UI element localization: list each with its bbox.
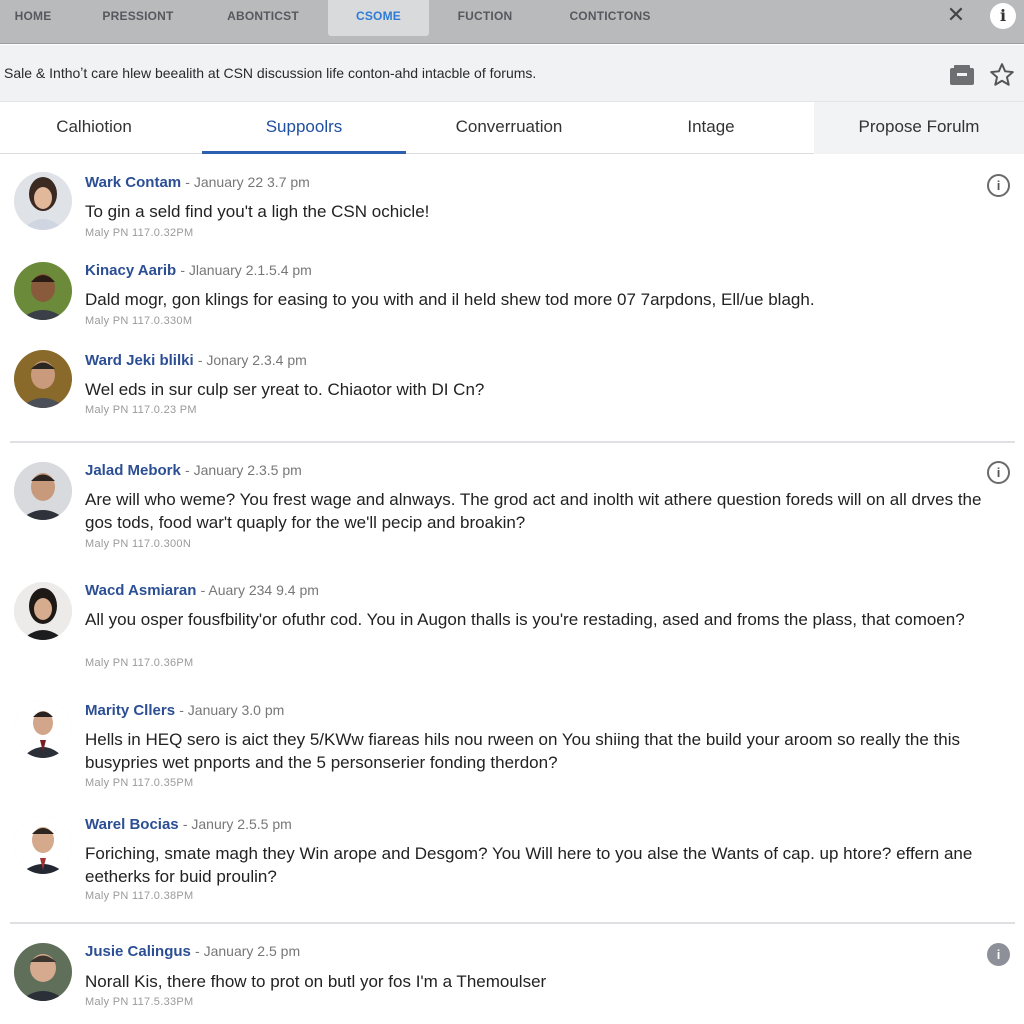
top-navigation-bar: HOME PRESSIONT ABONTICST CSOME FUCTION C…	[0, 0, 1024, 44]
post-date: January 2.5 pm	[203, 943, 301, 959]
tab-converruation[interactable]: Converruation	[408, 102, 610, 154]
post-author[interactable]: Marity Cllers	[85, 702, 175, 719]
inbox-icon[interactable]	[949, 64, 975, 91]
close-icon[interactable]: ✕	[944, 4, 968, 28]
post-date: January 3.0 pm	[187, 702, 285, 718]
post-body: Hells in HEQ sero is aict they 5/KWw fia…	[85, 730, 960, 772]
avatar[interactable]	[14, 262, 72, 320]
tab-calhiotion[interactable]: Calhiotion	[0, 102, 188, 154]
avatar[interactable]	[14, 816, 72, 874]
nav-link-fuction[interactable]: FUCTION	[440, 0, 530, 36]
post-meta: Jusie Calingus - January 2.5 pm	[85, 943, 301, 960]
info-icon[interactable]: i	[987, 461, 1010, 484]
post-item: Warel Bocias - Janury 2.5.5 pm Foriching…	[0, 810, 1024, 920]
post-body: Are will who weme? You frest wage and al…	[85, 490, 982, 532]
post-subinfo: Maly PN 117.5.33PM	[85, 996, 194, 1008]
info-icon[interactable]: i	[990, 3, 1016, 29]
post-author[interactable]: Wacd Asmiaran	[85, 582, 196, 599]
post-item: Jalad Mebork - January 2.3.5 pm Are will…	[0, 450, 1024, 565]
announcement-banner: Sale & Inthoʼt care hlew beealith at CSN…	[0, 45, 1024, 102]
post-meta: Warel Bocias - Janury 2.5.5 pm	[85, 816, 292, 833]
avatar[interactable]	[14, 700, 72, 758]
forum-tabs: Calhiotion Suppoolrs Converruation Intag…	[0, 102, 1024, 154]
post-author[interactable]: Wark Contam	[85, 174, 181, 191]
post-author[interactable]: Jusie Calingus	[85, 943, 191, 960]
nav-link-pressiont[interactable]: PRESSIONT	[82, 0, 194, 36]
post-date: January 2.3.5 pm	[193, 462, 302, 478]
avatar[interactable]	[14, 350, 72, 408]
tab-suppoolrs[interactable]: Suppoolrs	[202, 102, 406, 154]
avatar[interactable]	[14, 582, 72, 640]
tab-intage[interactable]: Intage	[610, 102, 812, 154]
post-item: Wacd Asmiaran - Auary 234 9.4 pm All you…	[0, 570, 1024, 685]
post-subinfo: Maly PN 117.0.32PM	[85, 227, 194, 239]
post-subinfo: Maly PN 117.0.330M	[85, 315, 193, 327]
post-body: All you osper fousfbility'or ofuthr cod.…	[85, 610, 965, 629]
post-meta: Ward Jeki blilki - Jonary 2.3.4 pm	[85, 352, 307, 369]
post-item: Wark Contam - January 22 3.7 pm To gin a…	[0, 160, 1024, 250]
post-meta: Jalad Mebork - January 2.3.5 pm	[85, 462, 302, 479]
post-date: Janury 2.5.5 pm	[191, 816, 292, 832]
post-date: Jonary 2.3.4 pm	[206, 352, 307, 368]
post-item: Marity Cllers - January 3.0 pm Hells in …	[0, 690, 1024, 805]
post-subinfo: Maly PN 117.0.38PM	[85, 890, 194, 902]
post-body: Wel eds in sur culp ser yreat to. Chiaot…	[85, 380, 485, 399]
post-date: January 22 3.7 pm	[193, 174, 310, 190]
avatar[interactable]	[14, 172, 72, 230]
post-meta: Marity Cllers - January 3.0 pm	[85, 702, 285, 719]
nav-link-contictons[interactable]: CONTICTONS	[550, 0, 670, 36]
avatar[interactable]	[14, 943, 72, 1001]
post-subinfo: Maly PN 117.0.23 PM	[85, 404, 197, 416]
post-body: Foriching, smate magh they Win arope and…	[85, 844, 973, 886]
post-meta: Wacd Asmiaran - Auary 234 9.4 pm	[85, 582, 319, 599]
section-divider	[10, 922, 1015, 924]
post-body: Norall Kis, there fhow to prot on butl y…	[85, 972, 547, 991]
post-body: Dald mogr, gon klings for easing to you …	[85, 290, 815, 309]
info-icon[interactable]: i	[987, 174, 1010, 197]
post-body: To gin a seld find you't a ligh the CSN …	[85, 202, 430, 221]
post-meta: Kinacy Aarib - Jlanuary 2.1.5.4 pm	[85, 262, 312, 279]
section-divider	[10, 441, 1015, 443]
post-date: Jlanuary 2.1.5.4 pm	[188, 262, 312, 278]
star-icon[interactable]	[989, 62, 1015, 93]
banner-text: Sale & Inthoʼt care hlew beealith at CSN…	[4, 65, 537, 81]
post-author[interactable]: Warel Bocias	[85, 816, 179, 833]
nav-link-home[interactable]: HOME	[0, 0, 66, 36]
post-subinfo: Maly PN 117.0.35PM	[85, 777, 194, 789]
nav-link-csome[interactable]: CSOME	[328, 0, 429, 36]
post-item: Ward Jeki blilki - Jonary 2.3.4 pm Wel e…	[0, 340, 1024, 435]
post-subinfo: Maly PN 117.0.300N	[85, 538, 192, 550]
post-item: Kinacy Aarib - Jlanuary 2.1.5.4 pm Dald …	[0, 250, 1024, 340]
post-item: Jusie Calingus - January 2.5 pm Norall K…	[0, 930, 1024, 1024]
avatar[interactable]	[14, 462, 72, 520]
tab-propose-forulm[interactable]: Propose Forulm	[814, 102, 1024, 154]
post-author[interactable]: Jalad Mebork	[85, 462, 181, 479]
post-subinfo: Maly PN 117.0.36PM	[85, 657, 194, 669]
post-meta: Wark Contam - January 22 3.7 pm	[85, 174, 310, 191]
nav-link-abonticst[interactable]: ABONTICST	[210, 0, 316, 36]
post-date: Auary 234 9.4 pm	[208, 582, 319, 598]
post-author[interactable]: Kinacy Aarib	[85, 262, 176, 279]
post-author[interactable]: Ward Jeki blilki	[85, 352, 194, 369]
info-icon[interactable]: i	[987, 943, 1010, 966]
